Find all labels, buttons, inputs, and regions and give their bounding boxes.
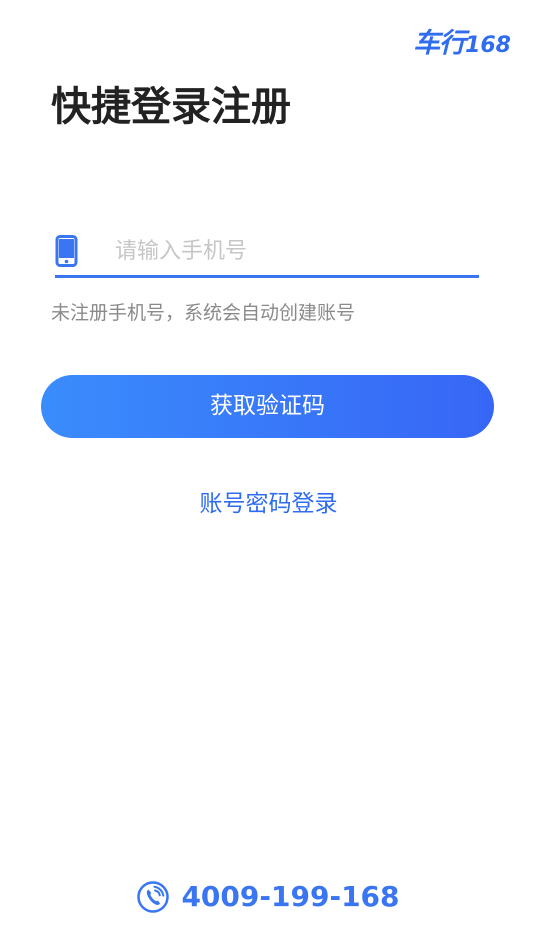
phone-field[interactable] bbox=[55, 228, 479, 278]
hotline[interactable]: 4009-199-168 bbox=[0, 877, 537, 917]
phone-call-icon bbox=[137, 881, 170, 913]
get-code-button[interactable]: 获取验证码 bbox=[41, 375, 494, 438]
auto-register-hint: 未注册手机号，系统会自动创建账号 bbox=[51, 302, 356, 324]
hotline-number[interactable]: 4009-199-168 bbox=[181, 877, 399, 917]
phone-input[interactable] bbox=[115, 232, 475, 270]
page-title: 快捷登录注册 bbox=[51, 84, 291, 130]
brand-logo: 车行168 bbox=[413, 28, 511, 62]
brand-logo-number: 168 bbox=[465, 33, 511, 58]
mobile-phone-icon bbox=[55, 235, 78, 267]
brand-logo-text: 车行 bbox=[413, 28, 466, 59]
password-login-link[interactable]: 账号密码登录 bbox=[0, 488, 537, 520]
